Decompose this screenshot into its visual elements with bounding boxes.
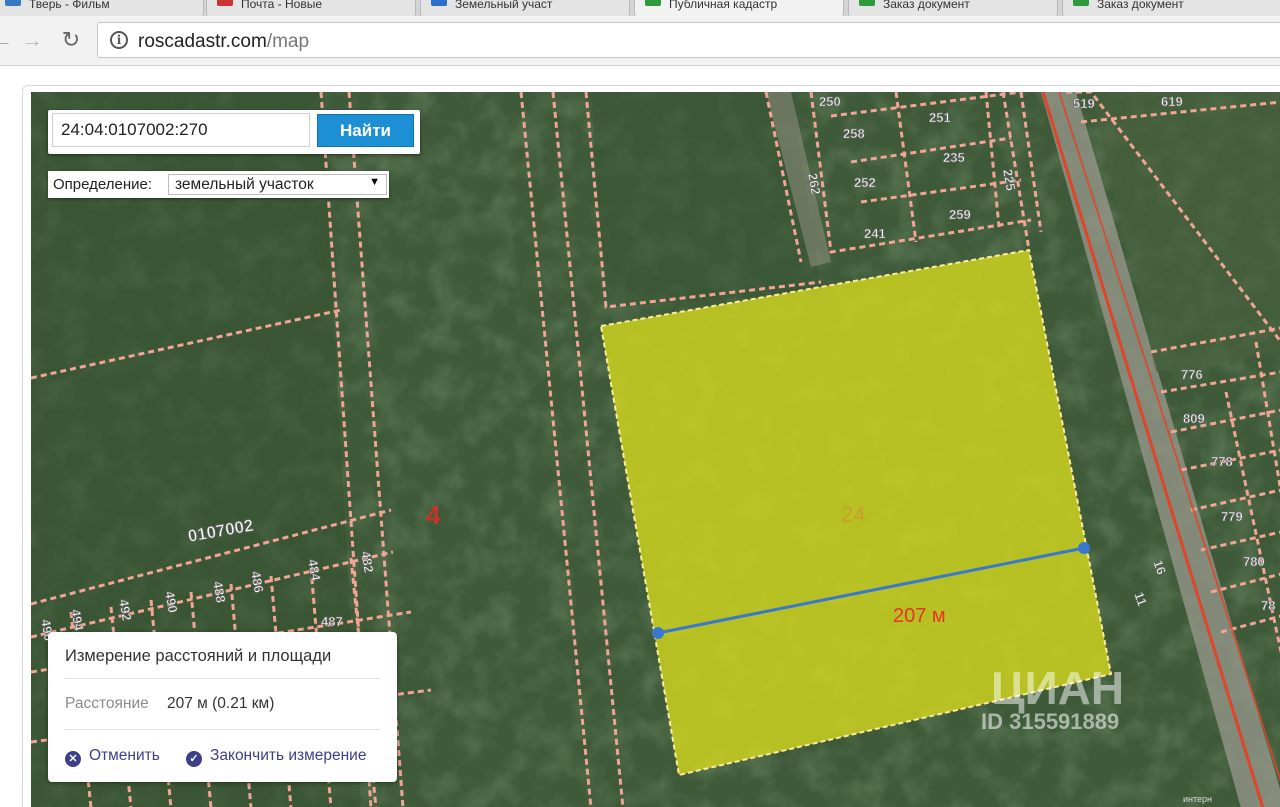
address-bar[interactable]: i roscadastr.com/map: [97, 22, 1280, 58]
browser-tab[interactable]: Тверь - Фильм: [0, 0, 204, 16]
cadastral-search-panel: Найти: [48, 110, 420, 154]
finish-label: Закончить измерение: [210, 747, 367, 764]
watermark-brand: ЦИАН: [991, 662, 1124, 714]
info-icon[interactable]: i: [110, 31, 128, 49]
watermark-id: ID 315591889: [981, 709, 1119, 734]
tab-label: Публичная кадастр: [669, 0, 778, 11]
reload-icon[interactable]: ↻: [57, 26, 85, 54]
measurement-end-point[interactable]: [1078, 542, 1090, 554]
measurement-panel: Измерение расстояний и площади Расстояни…: [48, 632, 397, 782]
svg-text:776: 776: [1181, 367, 1203, 382]
measurement-length-label: 207 м: [893, 605, 946, 627]
measurement-title: Измерение расстояний и площади: [65, 647, 332, 665]
browser-tab[interactable]: Заказ документ: [1062, 0, 1280, 16]
svg-text:780: 780: [1243, 554, 1265, 569]
divider: [65, 678, 381, 679]
svg-text:619: 619: [1161, 94, 1183, 109]
svg-text:235: 235: [943, 150, 965, 165]
url-domain: roscadastr.com: [138, 31, 267, 52]
cancel-label: Отменить: [89, 747, 160, 764]
cancel-measurement-button[interactable]: ✕ Отменить: [65, 747, 160, 767]
browser-tab[interactable]: Почта - Новые: [206, 0, 416, 16]
definition-value: земельный участок: [175, 176, 314, 193]
dropdown-arrow-icon: ▼: [369, 176, 380, 188]
svg-text:78: 78: [1261, 598, 1275, 613]
svg-text:258: 258: [843, 126, 865, 141]
definition-select[interactable]: земельный участок ▼: [168, 174, 387, 195]
url-text[interactable]: roscadastr.com/map: [138, 31, 309, 53]
tab-favicon-icon: [859, 0, 875, 6]
back-arrow-icon[interactable]: ←: [0, 26, 16, 54]
tab-favicon-icon: [217, 0, 233, 6]
parcel-number-label: 24: [841, 502, 865, 527]
svg-text:250: 250: [819, 94, 841, 109]
browser-tab-strip: Тверь - Фильм Почта - Новые Земельный уч…: [0, 0, 1280, 16]
url-path: /map: [266, 31, 310, 52]
svg-text:778: 778: [1211, 454, 1233, 469]
tab-favicon-icon: [431, 0, 447, 6]
divider: [65, 729, 381, 730]
forward-arrow-icon[interactable]: →: [18, 26, 46, 54]
tab-label: Тверь - Фильм: [29, 0, 110, 11]
finish-measurement-button[interactable]: ✓ Закончить измерение: [186, 747, 366, 767]
search-button[interactable]: Найти: [317, 114, 414, 147]
tab-label: Заказ документ: [1097, 0, 1184, 11]
browser-tab[interactable]: Земельный участ: [420, 0, 630, 16]
definition-label: Определение:: [53, 176, 153, 193]
distance-value: 207 м (0.21 км): [167, 695, 275, 712]
tab-favicon-icon: [5, 0, 21, 6]
cadastral-number-input[interactable]: [52, 113, 310, 147]
svg-text:251: 251: [929, 110, 951, 125]
check-icon: ✓: [186, 751, 202, 767]
block-number-label: 4: [426, 500, 441, 530]
browser-tab[interactable]: Публичная кадастр: [634, 0, 844, 16]
tab-label: Заказ документ: [883, 0, 970, 11]
svg-text:252: 252: [854, 175, 876, 190]
distance-label: Расстояние: [65, 695, 149, 712]
measurement-start-point[interactable]: [652, 627, 664, 639]
map-corner-text: интерн: [1183, 794, 1212, 804]
tab-label: Земельный участ: [455, 0, 553, 11]
svg-text:809: 809: [1183, 411, 1205, 426]
browser-tab[interactable]: Заказ документ: [848, 0, 1058, 16]
definition-panel: Определение: земельный участок ▼: [48, 171, 389, 198]
svg-text:259: 259: [949, 207, 971, 222]
svg-text:519: 519: [1073, 96, 1095, 111]
cancel-icon: ✕: [65, 751, 81, 767]
svg-text:487: 487: [321, 614, 343, 629]
browser-toolbar: ← → ↻ i roscadastr.com/map: [0, 16, 1280, 66]
tab-label: Почта - Новые: [241, 0, 322, 11]
svg-text:779: 779: [1221, 509, 1243, 524]
tab-favicon-icon: [1073, 0, 1089, 6]
svg-text:241: 241: [864, 226, 886, 241]
tab-favicon-icon: [645, 0, 661, 6]
